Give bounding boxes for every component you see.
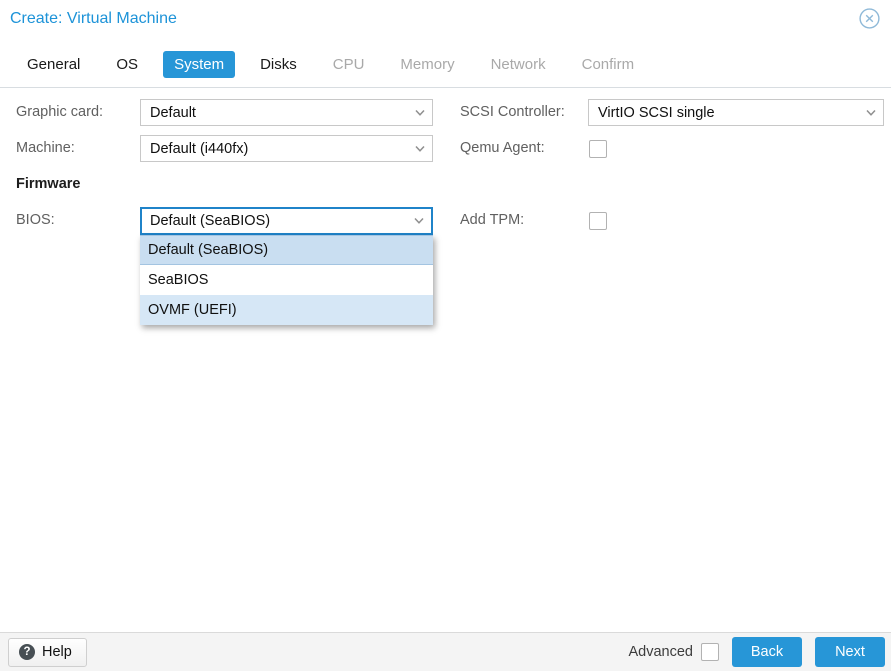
scsi-controller-select[interactable]: VirtIO SCSI single bbox=[588, 99, 884, 126]
bios-dropdown-list: Default (SeaBIOS) SeaBIOS OVMF (UEFI) bbox=[140, 235, 433, 325]
tab-confirm: Confirm bbox=[571, 51, 646, 78]
qemu-agent-label: Qemu Agent: bbox=[460, 135, 545, 162]
add-tpm-checkbox[interactable] bbox=[589, 212, 607, 230]
next-button[interactable]: Next bbox=[815, 637, 885, 667]
graphic-card-value: Default bbox=[150, 105, 196, 121]
dialog-footer: ? Help Advanced Back Next bbox=[0, 632, 891, 671]
tab-network: Network bbox=[480, 51, 557, 78]
question-mark-icon: ? bbox=[19, 644, 35, 660]
scsi-controller-label: SCSI Controller: bbox=[460, 99, 565, 126]
bios-value: Default (SeaBIOS) bbox=[150, 213, 270, 229]
chevron-down-icon bbox=[408, 136, 432, 161]
chevron-down-icon bbox=[407, 209, 431, 233]
bios-option-default-seabios[interactable]: Default (SeaBIOS) bbox=[140, 235, 433, 265]
back-button[interactable]: Back bbox=[732, 637, 802, 667]
bios-option-seabios[interactable]: SeaBIOS bbox=[140, 265, 433, 295]
bios-select[interactable]: Default (SeaBIOS) bbox=[140, 207, 433, 235]
machine-value: Default (i440fx) bbox=[150, 141, 248, 157]
advanced-label: Advanced bbox=[629, 644, 694, 660]
dialog-titlebar: Create: Virtual Machine bbox=[0, 0, 891, 42]
wizard-tabbar: General OS System Disks CPU Memory Netwo… bbox=[0, 42, 891, 88]
graphic-card-select[interactable]: Default bbox=[140, 99, 433, 126]
scsi-controller-value: VirtIO SCSI single bbox=[598, 105, 715, 121]
help-button[interactable]: ? Help bbox=[8, 638, 87, 667]
bios-label: BIOS: bbox=[16, 207, 55, 234]
tab-os[interactable]: OS bbox=[105, 51, 149, 78]
dialog-title: Create: Virtual Machine bbox=[10, 10, 177, 28]
chevron-down-icon bbox=[408, 100, 432, 125]
tab-memory: Memory bbox=[389, 51, 465, 78]
footer-actions: Advanced Back Next bbox=[629, 637, 886, 667]
circled-x-icon bbox=[859, 8, 880, 34]
tab-cpu: CPU bbox=[322, 51, 376, 78]
chevron-down-icon bbox=[859, 100, 883, 125]
bios-option-ovmf-uefi[interactable]: OVMF (UEFI) bbox=[140, 295, 433, 325]
graphic-card-label: Graphic card: bbox=[16, 99, 103, 126]
help-button-label: Help bbox=[42, 644, 72, 660]
add-tpm-label: Add TPM: bbox=[460, 207, 524, 234]
machine-label: Machine: bbox=[16, 135, 75, 162]
tab-system[interactable]: System bbox=[163, 51, 235, 78]
advanced-checkbox[interactable] bbox=[701, 643, 719, 661]
qemu-agent-checkbox[interactable] bbox=[589, 140, 607, 158]
tab-disks[interactable]: Disks bbox=[249, 51, 308, 78]
firmware-section-label: Firmware bbox=[16, 171, 80, 198]
close-button[interactable] bbox=[859, 10, 880, 31]
create-vm-dialog: Create: Virtual Machine General OS Syste… bbox=[0, 0, 891, 671]
tab-general[interactable]: General bbox=[16, 51, 91, 78]
machine-select[interactable]: Default (i440fx) bbox=[140, 135, 433, 162]
